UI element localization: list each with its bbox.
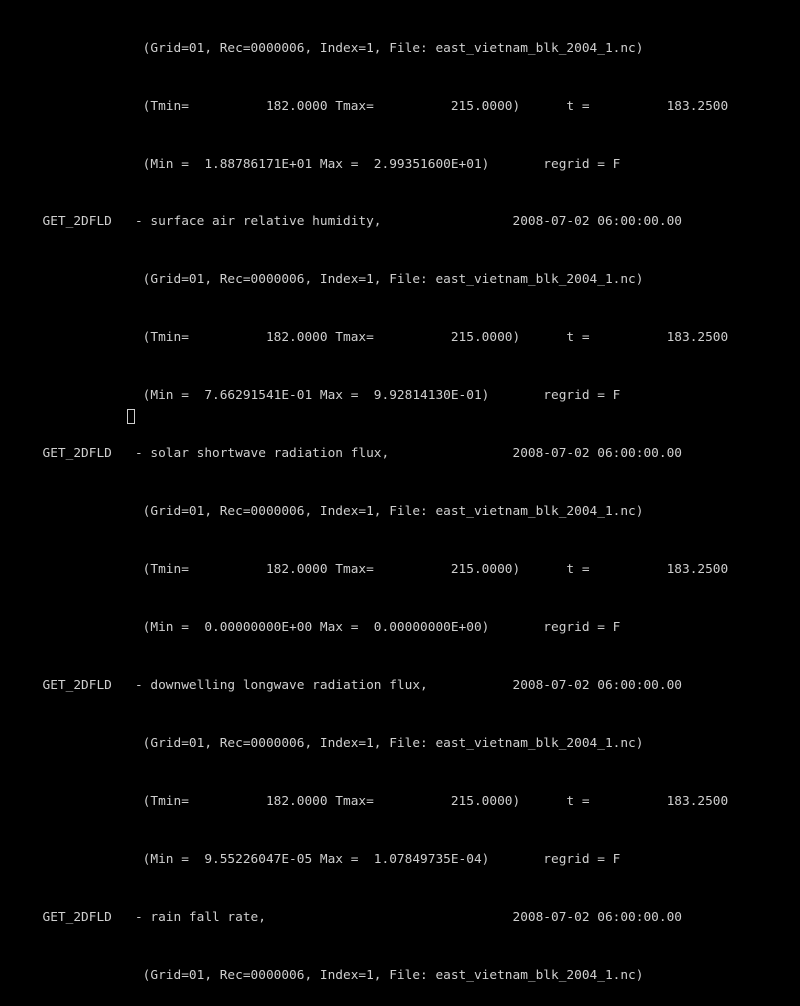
terminal-line: (Min = 7.66291541E-01 Max = 9.92814130E-…: [4, 388, 621, 404]
terminal-line: (Tmin= 182.0000 Tmax= 215.0000) t = 183.…: [4, 330, 729, 346]
terminal-window[interactable]: (Grid=01, Rec=0000006, Index=1, File: ea…: [0, 0, 800, 983]
terminal-line: GET_2DFLD - solar shortwave radiation fl…: [4, 446, 682, 462]
terminal-line: (Grid=01, Rec=0000006, Index=1, File: ea…: [4, 967, 644, 983]
terminal-line: (Grid=01, Rec=0000006, Index=1, File: ea…: [4, 735, 644, 751]
terminal-line: (Min = 0.00000000E+00 Max = 0.00000000E+…: [4, 620, 621, 635]
terminal-line: GET_2DFLD - surface air relative humidit…: [4, 214, 682, 230]
terminal-line: (Grid=01, Rec=0000006, Index=1, File: ea…: [4, 504, 644, 520]
terminal-line: (Min = 9.55226047E-05 Max = 1.07849735E-…: [4, 851, 621, 867]
terminal-line: (Grid=01, Rec=0000006, Index=1, File: ea…: [4, 40, 644, 56]
terminal-line: (Tmin= 182.0000 Tmax= 215.0000) t = 183.…: [4, 793, 729, 809]
terminal-line: (Min = 1.88786171E+01 Max = 2.99351600E+…: [4, 156, 621, 172]
terminal-line: (Tmin= 182.0000 Tmax= 215.0000) t = 183.…: [4, 98, 729, 114]
terminal-screen[interactable]: (Grid=01, Rec=0000006, Index=1, File: ea…: [4, 0, 729, 1006]
terminal-line: GET_2DFLD - rain fall rate, 2008-07-02 0…: [4, 909, 682, 925]
terminal-line: (Tmin= 182.0000 Tmax= 215.0000) t = 183.…: [4, 562, 729, 578]
terminal-line: (Grid=01, Rec=0000006, Index=1, File: ea…: [4, 272, 644, 288]
terminal-line: GET_2DFLD - downwelling longwave radiati…: [4, 677, 682, 693]
